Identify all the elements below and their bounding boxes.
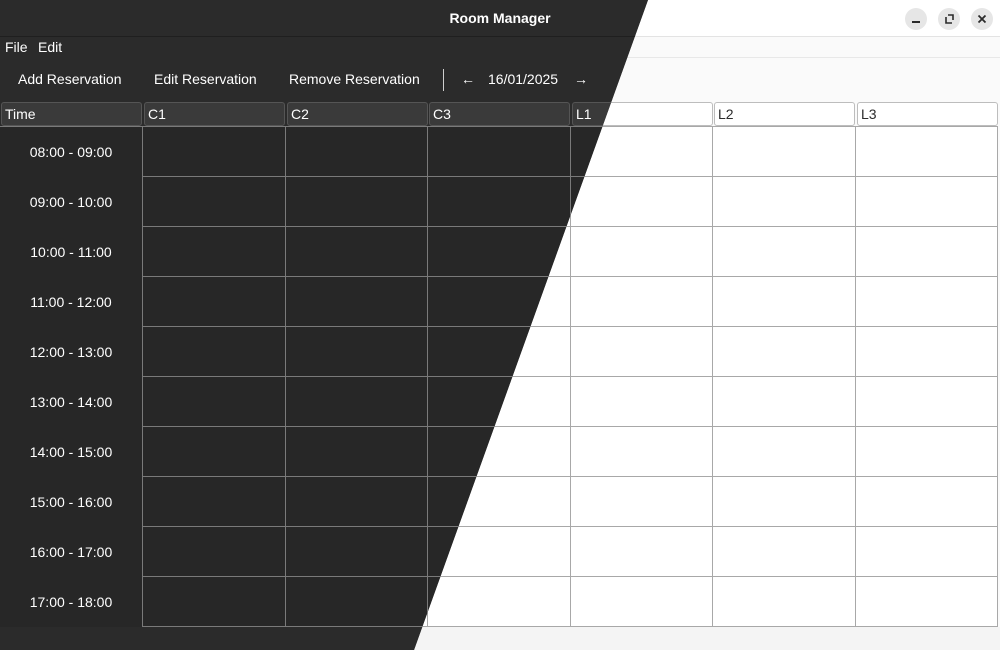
time-slot-label: 14:00 - 15:00 <box>0 427 143 477</box>
time-slot-label: 15:00 - 16:00 <box>0 477 143 527</box>
slot-cell-c3[interactable] <box>428 227 571 277</box>
slot-cell-c1[interactable] <box>143 327 286 377</box>
slot-cell-l1[interactable] <box>571 327 713 377</box>
slot-cell-l2[interactable] <box>713 527 856 577</box>
slot-cell-c2[interactable] <box>286 327 428 377</box>
minimize-icon <box>912 21 920 23</box>
slot-cell-c1[interactable] <box>143 527 286 577</box>
slot-cell-l2[interactable] <box>713 177 856 227</box>
add-reservation-button[interactable]: Add Reservation <box>18 71 122 87</box>
column-header-c3[interactable]: C3 <box>429 102 570 126</box>
slot-cell-l2[interactable] <box>713 477 856 527</box>
slot-cell-l1[interactable] <box>571 477 713 527</box>
slot-cell-c3[interactable] <box>428 127 571 177</box>
slot-cell-l3[interactable] <box>856 577 998 627</box>
menu-file[interactable]: File <box>5 39 28 55</box>
slot-cell-c1[interactable] <box>143 227 286 277</box>
slot-cell-c1[interactable] <box>143 427 286 477</box>
close-button[interactable] <box>971 8 993 30</box>
slot-cell-l2[interactable] <box>713 227 856 277</box>
slot-cell-l3[interactable] <box>856 377 998 427</box>
time-slot-label: 10:00 - 11:00 <box>0 227 143 277</box>
slot-cell-c2[interactable] <box>286 477 428 527</box>
slot-cell-l1[interactable] <box>571 527 713 577</box>
slot-cell-l3[interactable] <box>856 527 998 577</box>
previous-day-button[interactable]: ← <box>461 71 475 87</box>
time-slot-label: 09:00 - 10:00 <box>0 177 143 227</box>
time-slot-label: 13:00 - 14:00 <box>0 377 143 427</box>
column-header-l2[interactable]: L2 <box>714 102 855 126</box>
menu-edit[interactable]: Edit <box>38 39 62 55</box>
slot-cell-c2[interactable] <box>286 127 428 177</box>
maximize-icon <box>945 14 954 24</box>
slot-cell-l1[interactable] <box>571 577 713 627</box>
time-slot-label: 11:00 - 12:00 <box>0 277 143 327</box>
slot-cell-l1[interactable] <box>571 227 713 277</box>
slot-cell-c2[interactable] <box>286 377 428 427</box>
slot-cell-c2[interactable] <box>286 427 428 477</box>
slot-cell-l3[interactable] <box>856 427 998 477</box>
close-icon <box>977 14 987 24</box>
slot-cell-l2[interactable] <box>713 427 856 477</box>
slot-cell-c1[interactable] <box>143 177 286 227</box>
slot-cell-c2[interactable] <box>286 577 428 627</box>
slot-cell-l1[interactable] <box>571 427 713 477</box>
slot-cell-l1[interactable] <box>571 377 713 427</box>
slot-cell-l3[interactable] <box>856 277 998 327</box>
time-slot-label: 08:00 - 09:00 <box>0 127 143 177</box>
slot-cell-l1[interactable] <box>571 277 713 327</box>
slot-cell-l1[interactable] <box>571 177 713 227</box>
toolbar-separator <box>443 69 444 91</box>
slot-cell-c1[interactable] <box>143 277 286 327</box>
slot-cell-l3[interactable] <box>856 327 998 377</box>
slot-cell-l3[interactable] <box>856 177 998 227</box>
slot-cell-c1[interactable] <box>143 577 286 627</box>
slot-cell-l3[interactable] <box>856 127 998 177</box>
edit-reservation-button[interactable]: Edit Reservation <box>154 71 257 87</box>
column-header-l3[interactable]: L3 <box>857 102 998 126</box>
slot-cell-c1[interactable] <box>143 127 286 177</box>
slot-cell-l2[interactable] <box>713 377 856 427</box>
slot-cell-c2[interactable] <box>286 277 428 327</box>
current-date-label: 16/01/2025 <box>488 71 559 87</box>
slot-cell-c1[interactable] <box>143 377 286 427</box>
slot-cell-l2[interactable] <box>713 577 856 627</box>
slot-cell-c3[interactable] <box>428 577 571 627</box>
slot-cell-c3[interactable] <box>428 177 571 227</box>
slot-cell-c2[interactable] <box>286 227 428 277</box>
column-header-c1[interactable]: C1 <box>144 102 285 126</box>
column-header-time[interactable]: Time <box>1 102 142 126</box>
room-manager-window: Room Manager File Edit Add Reservation E… <box>0 0 1000 650</box>
column-header-c2[interactable]: C2 <box>287 102 428 126</box>
slot-cell-l3[interactable] <box>856 227 998 277</box>
time-slot-label: 12:00 - 13:00 <box>0 327 143 377</box>
slot-cell-l2[interactable] <box>713 127 856 177</box>
remove-reservation-button[interactable]: Remove Reservation <box>289 71 420 87</box>
maximize-button[interactable] <box>938 8 960 30</box>
next-day-button[interactable]: → <box>574 71 588 87</box>
slot-cell-l3[interactable] <box>856 477 998 527</box>
slot-cell-c2[interactable] <box>286 527 428 577</box>
slot-cell-c2[interactable] <box>286 177 428 227</box>
slot-cell-c1[interactable] <box>143 477 286 527</box>
time-slot-label: 17:00 - 18:00 <box>0 577 143 627</box>
minimize-button[interactable] <box>905 8 927 30</box>
slot-cell-l2[interactable] <box>713 327 856 377</box>
time-slot-label: 16:00 - 17:00 <box>0 527 143 577</box>
slot-cell-l2[interactable] <box>713 277 856 327</box>
